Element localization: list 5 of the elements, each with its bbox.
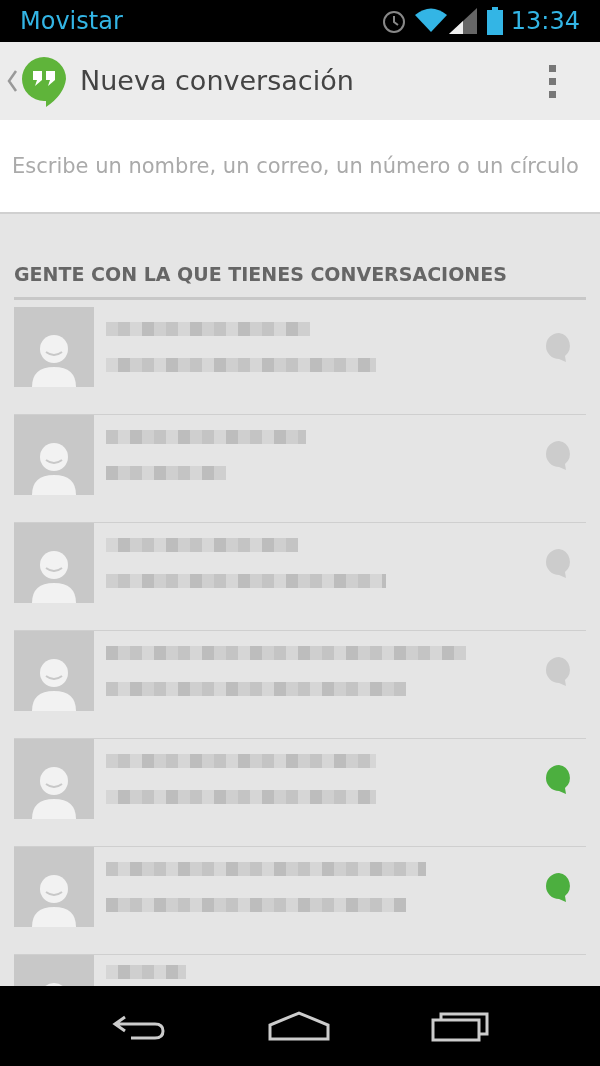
search-field[interactable]: Escribe un nombre, un correo, un número o un círculo: [0, 120, 600, 214]
section-heading: GENTE CON LA QUE TIENES CONVERSACIONES: [14, 260, 586, 300]
screen-title: Nueva conversación: [80, 63, 354, 98]
clock-time: 13:34: [510, 6, 580, 37]
carrier-name: Movistar: [20, 6, 123, 37]
